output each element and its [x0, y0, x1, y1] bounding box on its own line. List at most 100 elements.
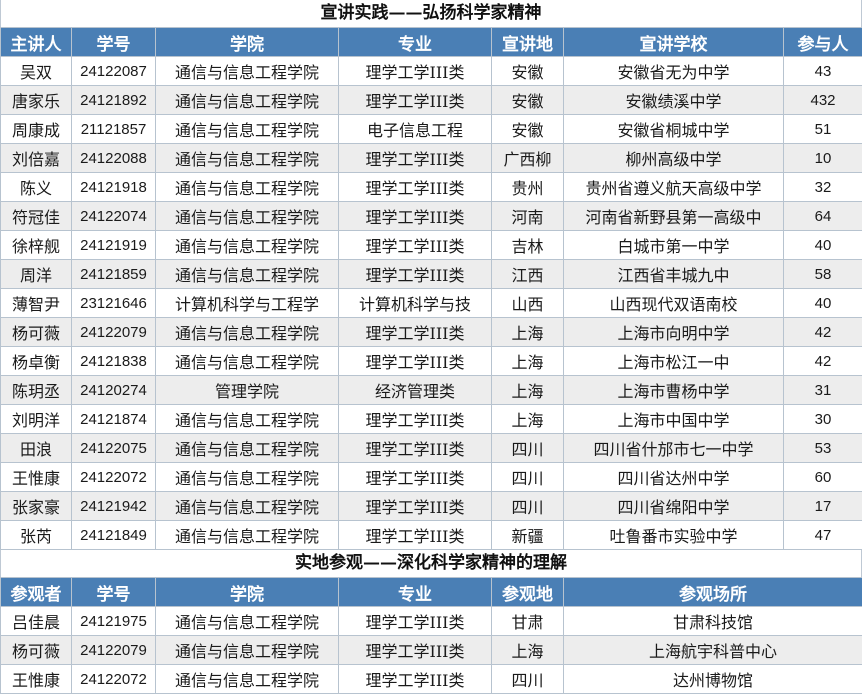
participants-cell[interactable]: 42: [783, 346, 862, 376]
venue-cell[interactable]: 上海航宇科普中心: [563, 635, 862, 665]
location-cell[interactable]: 贵州: [491, 172, 564, 202]
school-cell[interactable]: 四川省绵阳中学: [563, 491, 784, 521]
college-cell[interactable]: 通信与信息工程学院: [155, 259, 339, 289]
college-cell[interactable]: 通信与信息工程学院: [155, 491, 339, 521]
column-header-major[interactable]: 专业: [338, 577, 492, 607]
student-id-cell[interactable]: 24122087: [71, 56, 156, 86]
school-cell[interactable]: 上海市曹杨中学: [563, 375, 784, 405]
school-cell[interactable]: 吐鲁番市实验中学: [563, 520, 784, 550]
participants-cell[interactable]: 31: [783, 375, 862, 405]
participants-cell[interactable]: 51: [783, 114, 862, 144]
major-cell[interactable]: 理学工学III类: [338, 606, 492, 636]
column-header-college[interactable]: 学院: [155, 577, 339, 607]
college-cell[interactable]: 通信与信息工程学院: [155, 114, 339, 144]
participants-cell[interactable]: 32: [783, 172, 862, 202]
college-cell[interactable]: 通信与信息工程学院: [155, 520, 339, 550]
major-cell[interactable]: 电子信息工程: [338, 114, 492, 144]
student-id-cell[interactable]: 24121892: [71, 85, 156, 115]
school-cell[interactable]: 白城市第一中学: [563, 230, 784, 260]
school-cell[interactable]: 安徽绩溪中学: [563, 85, 784, 115]
participants-cell[interactable]: 432: [783, 85, 862, 115]
speaker-cell[interactable]: 符冠佳: [0, 201, 72, 231]
column-header-location[interactable]: 宣讲地: [491, 27, 564, 57]
student-id-cell[interactable]: 21121857: [71, 114, 156, 144]
college-cell[interactable]: 通信与信息工程学院: [155, 606, 339, 636]
school-cell[interactable]: 河南省新野县第一高级中: [563, 201, 784, 231]
visitor-cell[interactable]: 王惟康: [0, 664, 72, 694]
major-cell[interactable]: 理学工学III类: [338, 462, 492, 492]
student-id-cell[interactable]: 24121919: [71, 230, 156, 260]
column-header-venue[interactable]: 参观场所: [563, 577, 862, 607]
major-cell[interactable]: 理学工学III类: [338, 259, 492, 289]
participants-cell[interactable]: 40: [783, 288, 862, 318]
column-header-student-id[interactable]: 学号: [71, 577, 156, 607]
school-cell[interactable]: 安徽省桐城中学: [563, 114, 784, 144]
speaker-cell[interactable]: 王惟康: [0, 462, 72, 492]
school-cell[interactable]: 贵州省遵义航天高级中学: [563, 172, 784, 202]
college-cell[interactable]: 通信与信息工程学院: [155, 317, 339, 347]
location-cell[interactable]: 江西: [491, 259, 564, 289]
participants-cell[interactable]: 60: [783, 462, 862, 492]
school-cell[interactable]: 江西省丰城九中: [563, 259, 784, 289]
column-header-participants[interactable]: 参与人: [783, 27, 862, 57]
venue-cell[interactable]: 甘肃科技馆: [563, 606, 862, 636]
participants-cell[interactable]: 42: [783, 317, 862, 347]
school-cell[interactable]: 安徽省无为中学: [563, 56, 784, 86]
student-id-cell[interactable]: 24122079: [71, 635, 156, 665]
student-id-cell[interactable]: 24122088: [71, 143, 156, 173]
participants-cell[interactable]: 10: [783, 143, 862, 173]
column-header-visitor[interactable]: 参观者: [0, 577, 72, 607]
speaker-cell[interactable]: 刘明洋: [0, 404, 72, 434]
speaker-cell[interactable]: 田浪: [0, 433, 72, 463]
major-cell[interactable]: 理学工学III类: [338, 317, 492, 347]
college-cell[interactable]: 通信与信息工程学院: [155, 201, 339, 231]
speaker-cell[interactable]: 周康成: [0, 114, 72, 144]
student-id-cell[interactable]: 24120274: [71, 375, 156, 405]
major-cell[interactable]: 理学工学III类: [338, 520, 492, 550]
location-cell[interactable]: 安徽: [491, 114, 564, 144]
student-id-cell[interactable]: 24122074: [71, 201, 156, 231]
visitor-cell[interactable]: 吕佳晨: [0, 606, 72, 636]
college-cell[interactable]: 通信与信息工程学院: [155, 664, 339, 694]
school-cell[interactable]: 上海市向明中学: [563, 317, 784, 347]
location-cell[interactable]: 山西: [491, 288, 564, 318]
participants-cell[interactable]: 64: [783, 201, 862, 231]
participants-cell[interactable]: 43: [783, 56, 862, 86]
location-cell[interactable]: 吉林: [491, 230, 564, 260]
column-header-college[interactable]: 学院: [155, 27, 339, 57]
school-cell[interactable]: 上海市松江一中: [563, 346, 784, 376]
location-cell[interactable]: 四川: [491, 462, 564, 492]
school-cell[interactable]: 四川省什邡市七一中学: [563, 433, 784, 463]
column-header-student-id[interactable]: 学号: [71, 27, 156, 57]
speaker-cell[interactable]: 徐梓舰: [0, 230, 72, 260]
location-cell[interactable]: 四川: [491, 491, 564, 521]
column-header-speaker[interactable]: 主讲人: [0, 27, 72, 57]
speaker-cell[interactable]: 陈义: [0, 172, 72, 202]
college-cell[interactable]: 通信与信息工程学院: [155, 56, 339, 86]
venue-cell[interactable]: 达州博物馆: [563, 664, 862, 694]
major-cell[interactable]: 理学工学III类: [338, 201, 492, 231]
location-cell[interactable]: 上海: [491, 346, 564, 376]
speaker-cell[interactable]: 张芮: [0, 520, 72, 550]
location-cell[interactable]: 河南: [491, 201, 564, 231]
location-cell[interactable]: 四川: [491, 433, 564, 463]
college-cell[interactable]: 通信与信息工程学院: [155, 85, 339, 115]
speaker-cell[interactable]: 杨可薇: [0, 317, 72, 347]
college-cell[interactable]: 通信与信息工程学院: [155, 346, 339, 376]
visit-place-cell[interactable]: 甘肃: [491, 606, 564, 636]
speaker-cell[interactable]: 张家豪: [0, 491, 72, 521]
participants-cell[interactable]: 30: [783, 404, 862, 434]
student-id-cell[interactable]: 24121859: [71, 259, 156, 289]
major-cell[interactable]: 理学工学III类: [338, 85, 492, 115]
column-header-visit-place[interactable]: 参观地: [491, 577, 564, 607]
speaker-cell[interactable]: 薄智尹: [0, 288, 72, 318]
speaker-cell[interactable]: 吴双: [0, 56, 72, 86]
column-header-major[interactable]: 专业: [338, 27, 492, 57]
major-cell[interactable]: 经济管理类: [338, 375, 492, 405]
major-cell[interactable]: 理学工学III类: [338, 664, 492, 694]
major-cell[interactable]: 理学工学III类: [338, 56, 492, 86]
college-cell[interactable]: 通信与信息工程学院: [155, 172, 339, 202]
speaker-cell[interactable]: 唐家乐: [0, 85, 72, 115]
visit-place-cell[interactable]: 四川: [491, 664, 564, 694]
student-id-cell[interactable]: 24121849: [71, 520, 156, 550]
